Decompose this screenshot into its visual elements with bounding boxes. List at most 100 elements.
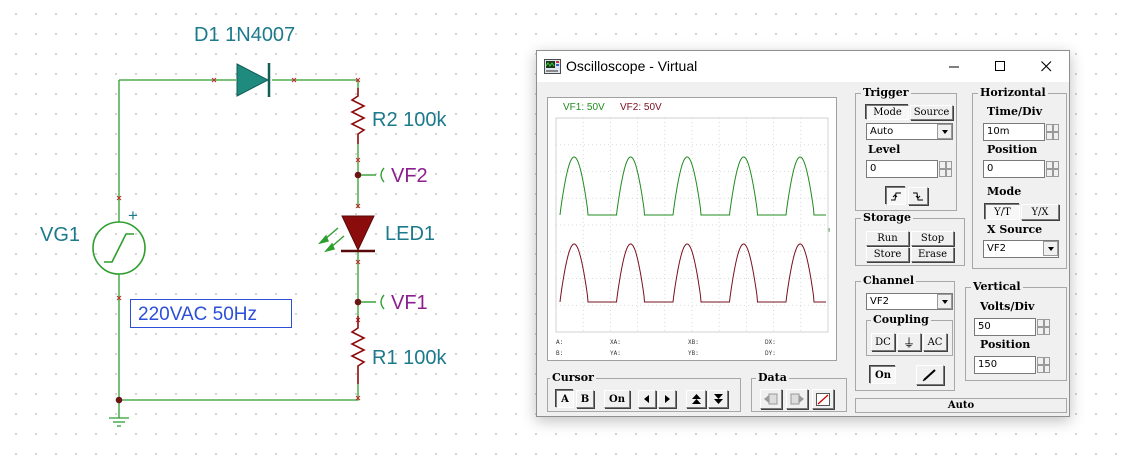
vf2-label: VF2: [391, 165, 428, 187]
data-graph-button[interactable]: [812, 389, 834, 409]
voltsdiv-value: 50: [978, 321, 991, 332]
storage-stop-button[interactable]: Stop: [911, 231, 954, 246]
cursor-on-button[interactable]: On: [604, 390, 630, 408]
trigger-level-spinner[interactable]: [939, 161, 952, 177]
vposition-value: 150: [978, 359, 998, 370]
storage-run-button[interactable]: Run: [866, 231, 909, 246]
hposition-label: Position: [987, 143, 1038, 156]
cursor-right-button[interactable]: [658, 390, 676, 408]
vposition-input[interactable]: 150: [974, 356, 1036, 374]
spin-down-icon[interactable]: [1046, 169, 1059, 177]
resistor-r2[interactable]: [350, 88, 366, 144]
window-title: Oscilloscope - Virtual: [566, 58, 698, 74]
xsource-dropdown[interactable]: [1043, 241, 1058, 256]
mode-yt-button[interactable]: Y/T: [985, 204, 1020, 220]
scope-display[interactable]: ᵻ ᵻ VF1: 50V VF2: 50V A: B: XA: YA: XB: …: [547, 97, 837, 361]
r1-label: R1 100k: [372, 347, 447, 369]
cursor-down-button[interactable]: [708, 390, 728, 408]
storage-erase-button[interactable]: Erase: [911, 247, 954, 262]
spin-down-icon[interactable]: [939, 169, 952, 177]
led-led1[interactable]: [318, 215, 375, 253]
voltsdiv-spinner[interactable]: [1037, 319, 1050, 335]
hposition-input[interactable]: 0: [983, 160, 1045, 178]
voltsdiv-input[interactable]: 50: [974, 318, 1036, 336]
coupling-ac-button[interactable]: AC: [923, 333, 947, 351]
readout-b: B:: [556, 350, 564, 357]
channel-on-button[interactable]: On: [870, 366, 896, 384]
spin-down-icon[interactable]: [1037, 327, 1050, 335]
trace-vf2: [559, 156, 826, 216]
readout-dx: DX:: [765, 339, 776, 346]
close-button[interactable]: [1023, 51, 1069, 82]
trigger-source-button[interactable]: Source: [910, 105, 953, 120]
title-bar[interactable]: Oscilloscope - Virtual: [537, 51, 1069, 82]
minimize-button[interactable]: [931, 51, 977, 82]
vertical-group: Vertical Volts/Div 50 Position 150: [965, 280, 1067, 381]
resistor-r1[interactable]: [350, 316, 366, 384]
readout-xb: XB:: [688, 339, 699, 346]
spin-up-icon[interactable]: [1037, 319, 1050, 327]
hposition-spinner[interactable]: [1046, 161, 1059, 177]
svg-text:ᵻ: ᵻ: [827, 227, 831, 235]
storage-group: Storage Run Stop Store Erase: [855, 211, 965, 266]
hmode-label: Mode: [987, 185, 1022, 198]
channel-title: Channel: [861, 274, 917, 287]
trigger-mode-value: Auto: [870, 126, 894, 137]
horizontal-group: Horizontal Time/Div 10m Position 0 Mode …: [972, 86, 1067, 269]
cursor-group: Cursor A B On: [547, 371, 741, 412]
oscilloscope-window: Oscilloscope - Virtual ᵻ ᵻ VF1: 50V VF2:…: [536, 50, 1070, 417]
horizontal-title: Horizontal: [978, 86, 1048, 99]
cursor-b-button[interactable]: B: [576, 390, 594, 408]
graph-icon: [816, 392, 830, 406]
ac-source-vg1[interactable]: [92, 221, 146, 275]
readout-xa: XA:: [610, 339, 621, 346]
scope-grid: [555, 117, 829, 333]
timediv-input[interactable]: 10m: [983, 123, 1045, 141]
spin-up-icon[interactable]: [1046, 161, 1059, 169]
xsource-value: VF2: [987, 243, 1006, 254]
junction-dot: [115, 396, 123, 404]
led-label: LED1: [385, 223, 436, 245]
channel-value: VF2: [870, 296, 889, 307]
trigger-level-input[interactable]: 0: [866, 160, 938, 178]
close-icon: [1040, 61, 1051, 72]
mode-yx-button[interactable]: Y/X: [1021, 204, 1059, 220]
cursor-a-button[interactable]: A: [556, 390, 574, 408]
minimize-icon: [948, 66, 959, 68]
coupling-title: Coupling: [871, 313, 931, 326]
cursor-left-button[interactable]: [638, 390, 656, 408]
spin-up-icon[interactable]: [1046, 124, 1059, 132]
junction-dot: [354, 298, 362, 306]
cursor-up-button[interactable]: [686, 390, 706, 408]
chevron-down-icon: [941, 129, 948, 134]
diode-label: D1 1N4007: [194, 24, 296, 46]
coupling-dc-button[interactable]: DC: [871, 333, 895, 351]
maximize-button[interactable]: [977, 51, 1023, 82]
spin-up-icon[interactable]: [939, 161, 952, 169]
scope-plot: ᵻ ᵻ: [555, 117, 831, 333]
arrow-right-icon: [665, 395, 670, 403]
coupling-gnd-button[interactable]: ⏚: [897, 333, 921, 351]
xsource-label: X Source: [987, 223, 1043, 236]
timediv-label: Time/Div: [987, 105, 1043, 118]
pen-icon: [922, 369, 936, 382]
trigger-falling-edge-button[interactable]: [908, 187, 928, 205]
timediv-spinner[interactable]: [1046, 124, 1059, 140]
spin-down-icon[interactable]: [1046, 132, 1059, 140]
storage-store-button[interactable]: Store: [866, 247, 909, 262]
legend-vf1: VF1: 50V: [563, 102, 605, 113]
spin-up-icon[interactable]: [1037, 357, 1050, 365]
channel-color-button[interactable]: [916, 365, 944, 385]
probe-vf1[interactable]: [361, 294, 385, 310]
vposition-spinner[interactable]: [1037, 357, 1050, 373]
trigger-mode-button[interactable]: Mode: [866, 105, 909, 120]
spin-down-icon[interactable]: [1037, 365, 1050, 373]
trigger-rising-edge-button[interactable]: [886, 187, 906, 205]
channel-dropdown[interactable]: [937, 294, 952, 309]
trigger-mode-dropdown[interactable]: [937, 124, 952, 139]
source-value-label[interactable]: 220VAC 50Hz: [130, 299, 292, 328]
data-export-button[interactable]: [786, 389, 808, 409]
data-import-button[interactable]: [760, 389, 782, 409]
diode-d1[interactable]: [236, 63, 271, 97]
probe-vf2[interactable]: [361, 167, 385, 183]
